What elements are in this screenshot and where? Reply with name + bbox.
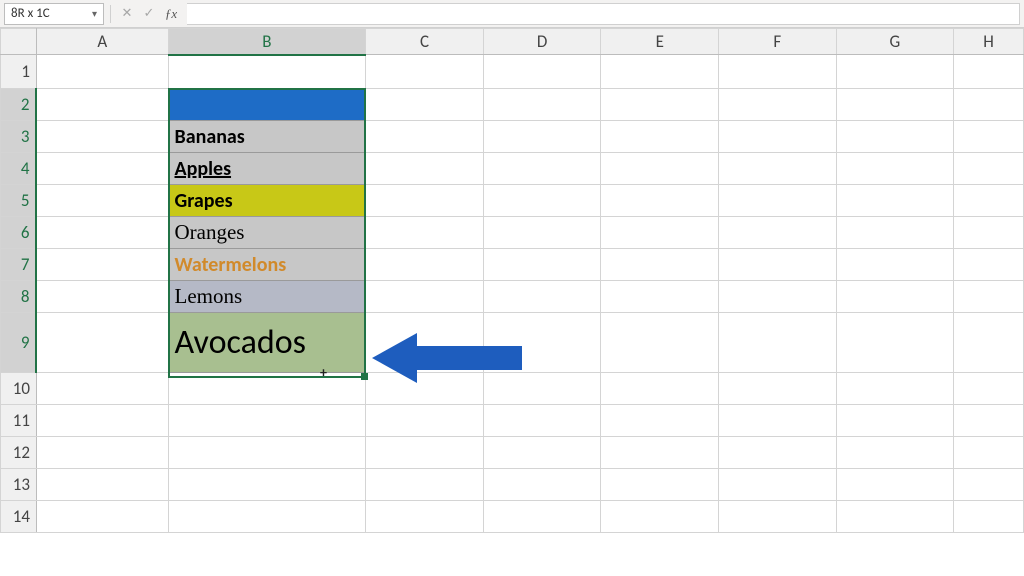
- row-header-10[interactable]: 10: [1, 373, 37, 405]
- cell-D1[interactable]: [483, 55, 601, 89]
- formula-bar: 8R x 1C ▾ ✕ ✓ ƒx: [0, 0, 1024, 28]
- row-header-3[interactable]: 3: [1, 121, 37, 153]
- cell-B1[interactable]: [168, 55, 366, 89]
- row-header-4[interactable]: 4: [1, 153, 37, 185]
- cell-B7[interactable]: Watermelons: [168, 249, 366, 281]
- col-header-F[interactable]: F: [719, 29, 837, 55]
- cell-A2[interactable]: [36, 89, 168, 121]
- col-header-A[interactable]: A: [36, 29, 168, 55]
- cell-B6[interactable]: Oranges: [168, 217, 366, 249]
- cell-C1[interactable]: [366, 55, 484, 89]
- row-header-14[interactable]: 14: [1, 501, 37, 533]
- col-header-D[interactable]: D: [483, 29, 601, 55]
- select-all-corner[interactable]: [1, 29, 37, 55]
- name-box[interactable]: 8R x 1C ▾: [4, 3, 104, 25]
- col-header-B[interactable]: B: [168, 29, 366, 55]
- row-header-9[interactable]: 9: [1, 313, 37, 373]
- name-box-value: 8R x 1C: [11, 6, 50, 21]
- cell-A3[interactable]: [36, 121, 168, 153]
- cell-A5[interactable]: [36, 185, 168, 217]
- row-header-7[interactable]: 7: [1, 249, 37, 281]
- cell-B8[interactable]: Lemons: [168, 281, 366, 313]
- col-header-E[interactable]: E: [601, 29, 719, 55]
- cell-B9[interactable]: Avocados: [168, 313, 366, 373]
- divider: [110, 5, 111, 23]
- col-header-H[interactable]: H: [954, 29, 1024, 55]
- row-header-12[interactable]: 12: [1, 437, 37, 469]
- cell-E1[interactable]: [601, 55, 719, 89]
- col-header-C[interactable]: C: [366, 29, 484, 55]
- confirm-icon[interactable]: ✓: [139, 4, 159, 24]
- row-header-2[interactable]: 2: [1, 89, 37, 121]
- row-header-11[interactable]: 11: [1, 405, 37, 437]
- row-header-6[interactable]: 6: [1, 217, 37, 249]
- plus-cursor-icon: +: [320, 364, 327, 381]
- row-header-8[interactable]: 8: [1, 281, 37, 313]
- row-header-5[interactable]: 5: [1, 185, 37, 217]
- cell-G1[interactable]: [836, 55, 954, 89]
- cell-A6[interactable]: [36, 217, 168, 249]
- cancel-icon[interactable]: ✕: [117, 4, 137, 24]
- cell-B4[interactable]: Apples: [168, 153, 366, 185]
- cell-A1[interactable]: [36, 55, 168, 89]
- cell-A8[interactable]: [36, 281, 168, 313]
- cell-B5[interactable]: Grapes: [168, 185, 366, 217]
- cell-A4[interactable]: [36, 153, 168, 185]
- fx-icon[interactable]: ƒx: [161, 4, 181, 24]
- row-header-13[interactable]: 13: [1, 469, 37, 501]
- cell-A9[interactable]: [36, 313, 168, 373]
- cell-B2[interactable]: [168, 89, 366, 121]
- chevron-down-icon[interactable]: ▾: [92, 7, 97, 20]
- cell-A7[interactable]: [36, 249, 168, 281]
- formula-input[interactable]: [187, 3, 1020, 25]
- cell-B3[interactable]: Bananas: [168, 121, 366, 153]
- col-header-G[interactable]: G: [836, 29, 954, 55]
- cell-F1[interactable]: [719, 55, 837, 89]
- cell-C2[interactable]: [366, 89, 484, 121]
- spreadsheet-grid[interactable]: A B C D E F G H 1 2 3: [0, 28, 1024, 533]
- row-header-1[interactable]: 1: [1, 55, 37, 89]
- arrow-left-icon: [372, 328, 522, 388]
- cell-H1[interactable]: [954, 55, 1024, 89]
